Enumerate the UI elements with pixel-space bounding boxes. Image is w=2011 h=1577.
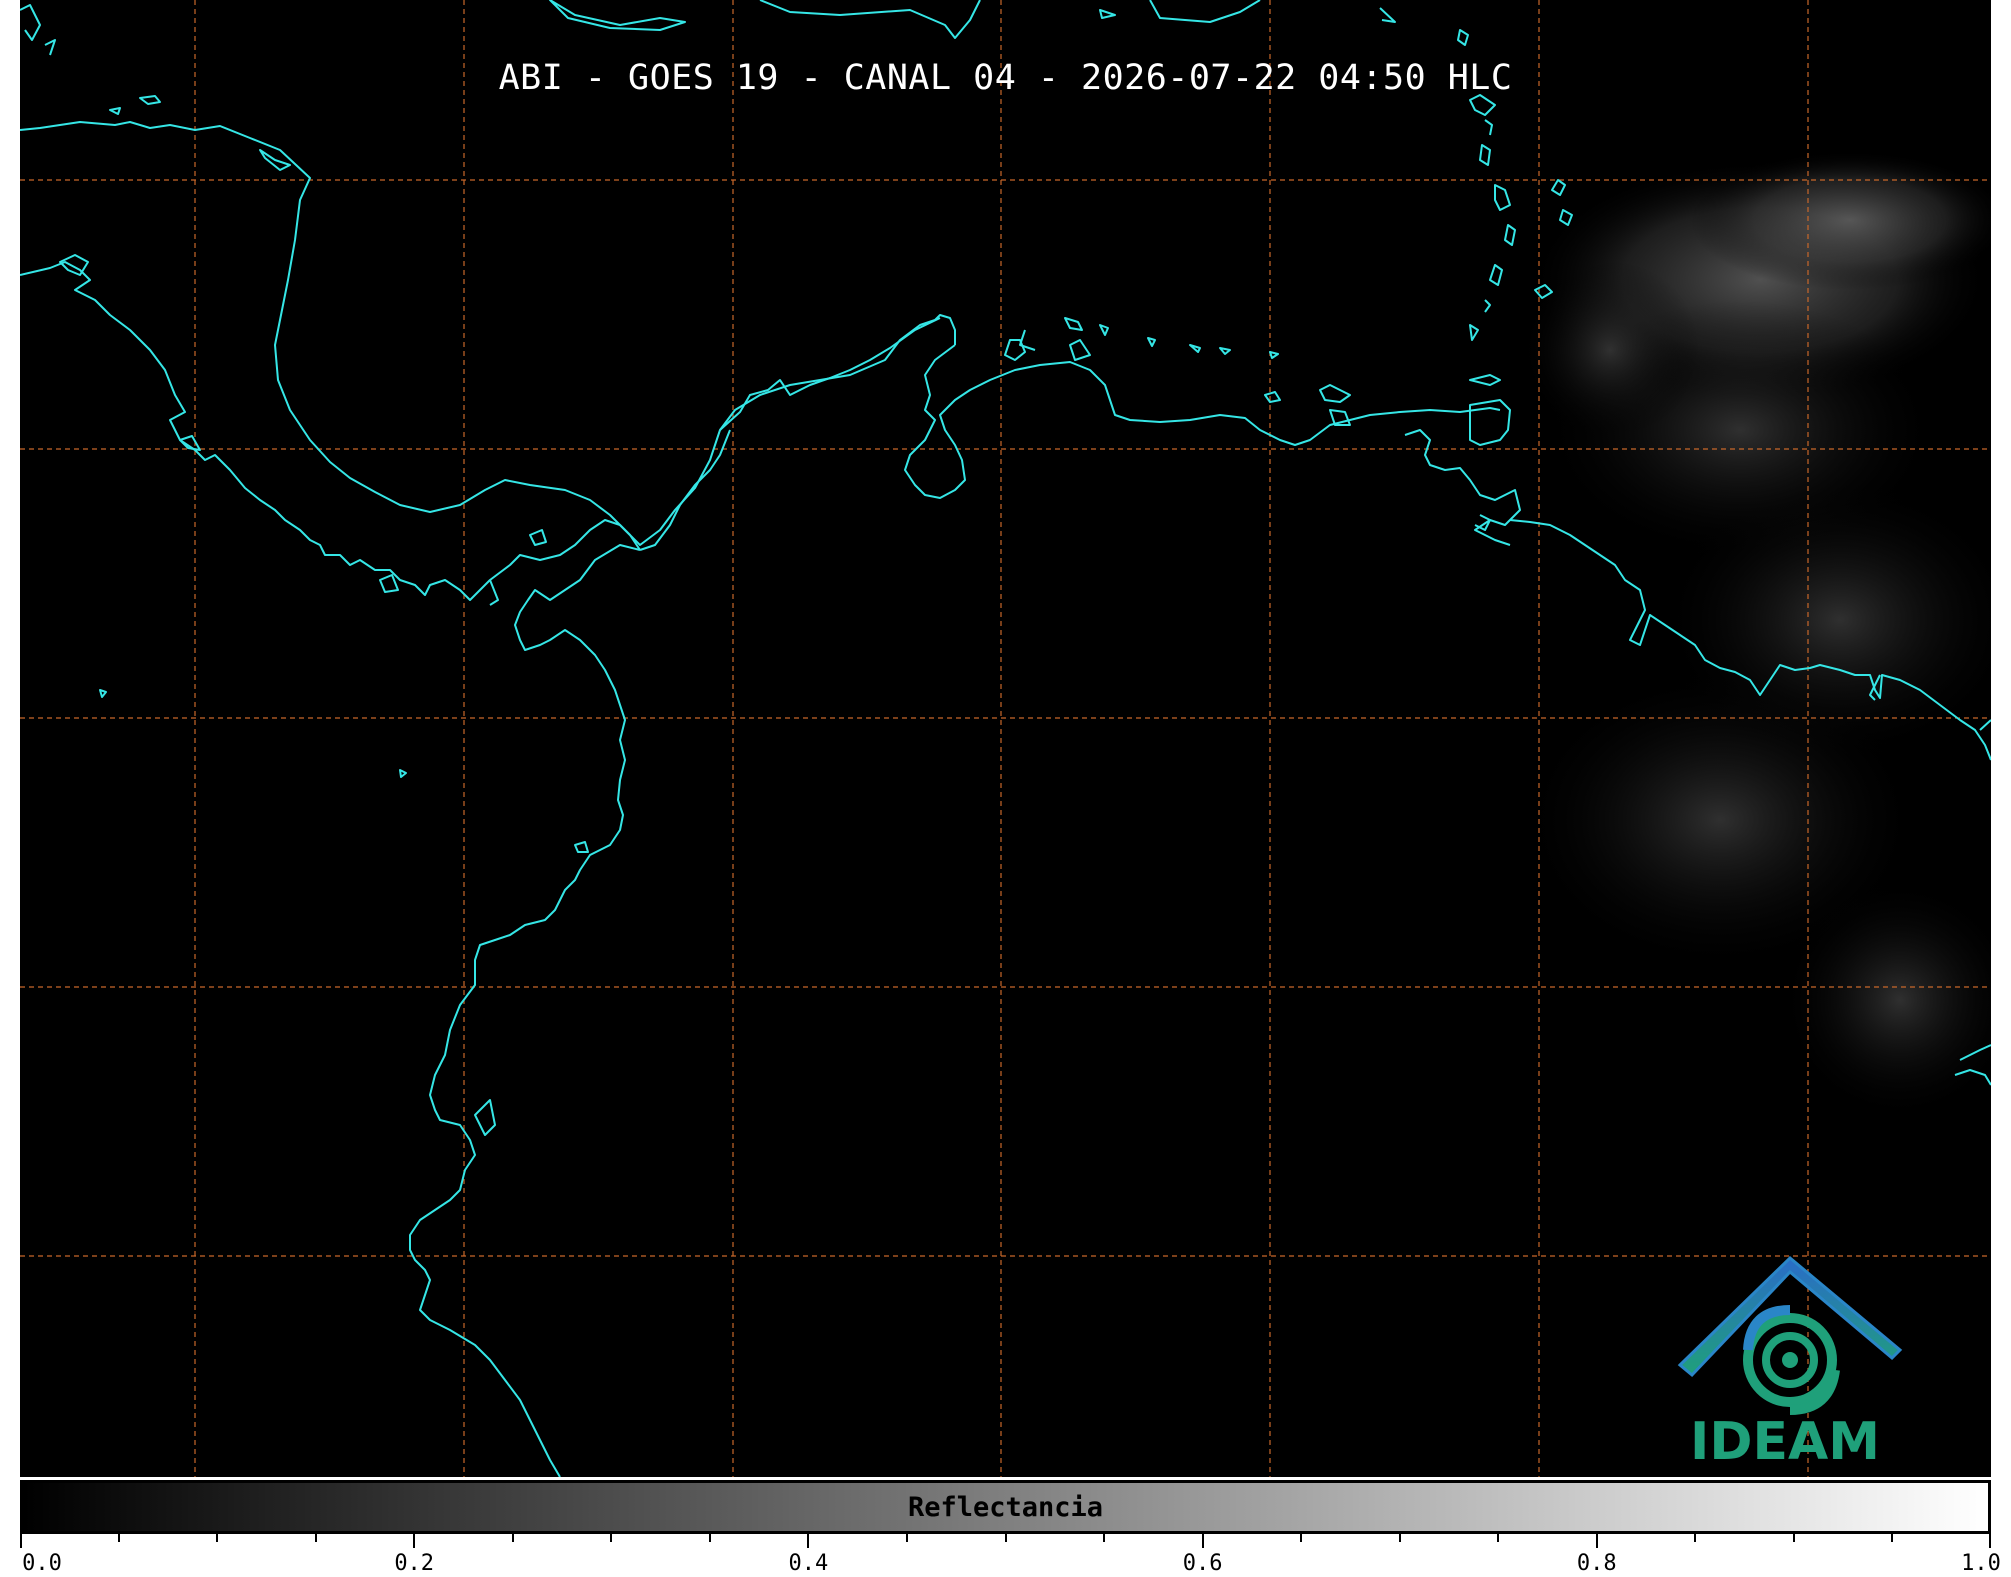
image-title: ABI - GOES 19 - CANAL 04 - 2026-07-22 04… <box>498 58 1513 98</box>
colorbar-minor-tick <box>1103 1534 1106 1542</box>
colorbar-major-tick <box>1989 1534 1991 1548</box>
ideam-logo-text: IDEAM <box>1689 1412 1881 1472</box>
colorbar-minor-tick <box>1891 1534 1894 1542</box>
colorbar-label: Reflectancia <box>907 1491 1104 1523</box>
colorbar-minor-tick <box>1497 1534 1500 1542</box>
colorbar-major-tick <box>1201 1534 1204 1548</box>
colorbar-minor-tick <box>216 1534 219 1542</box>
colorbar-minor-tick <box>1398 1534 1401 1542</box>
colorbar-minor-tick <box>708 1534 711 1542</box>
colorbar-minor-tick <box>117 1534 120 1542</box>
colorbar-major-tick <box>807 1534 810 1548</box>
colorbar-major-tick <box>1595 1534 1598 1548</box>
colorbar-ticks: 0.0 0.2 0.4 0.6 0.8 1.0 <box>20 1534 2001 1577</box>
colorbar-tick-label: 0.0 <box>22 1551 62 1576</box>
colorbar-minor-tick <box>1004 1534 1007 1542</box>
colorbar-major-tick <box>20 1534 22 1548</box>
colorbar-minor-tick <box>511 1534 514 1542</box>
colorbar-minor-tick <box>905 1534 908 1542</box>
satellite-map: ABI - GOES 19 - CANAL 04 - 2026-07-22 04… <box>20 0 1991 1477</box>
colorbar-tick-label: 0.2 <box>394 1551 435 1576</box>
colorbar-tick-label: 0.6 <box>1182 1551 1223 1576</box>
colorbar: Reflectancia <box>20 1480 1991 1534</box>
ideam-logo: IDEAM <box>1670 1250 1930 1475</box>
satellite-image-frame: ABI - GOES 19 - CANAL 04 - 2026-07-22 04… <box>0 0 2011 1577</box>
colorbar-minor-tick <box>1694 1534 1697 1542</box>
colorbar-minor-tick <box>610 1534 613 1542</box>
colorbar-tick-label: 1.0 <box>1961 1551 2001 1576</box>
colorbar-tick-label: 0.4 <box>788 1551 829 1576</box>
colorbar-minor-tick <box>314 1534 317 1542</box>
ideam-logo-icon <box>1677 1255 1903 1415</box>
colorbar-minor-tick <box>1792 1534 1795 1542</box>
colorbar-minor-tick <box>1300 1534 1303 1542</box>
cloud-field <box>1520 150 1991 1120</box>
colorbar-major-tick <box>413 1534 416 1548</box>
colorbar-tick-label: 0.8 <box>1576 1551 1617 1576</box>
